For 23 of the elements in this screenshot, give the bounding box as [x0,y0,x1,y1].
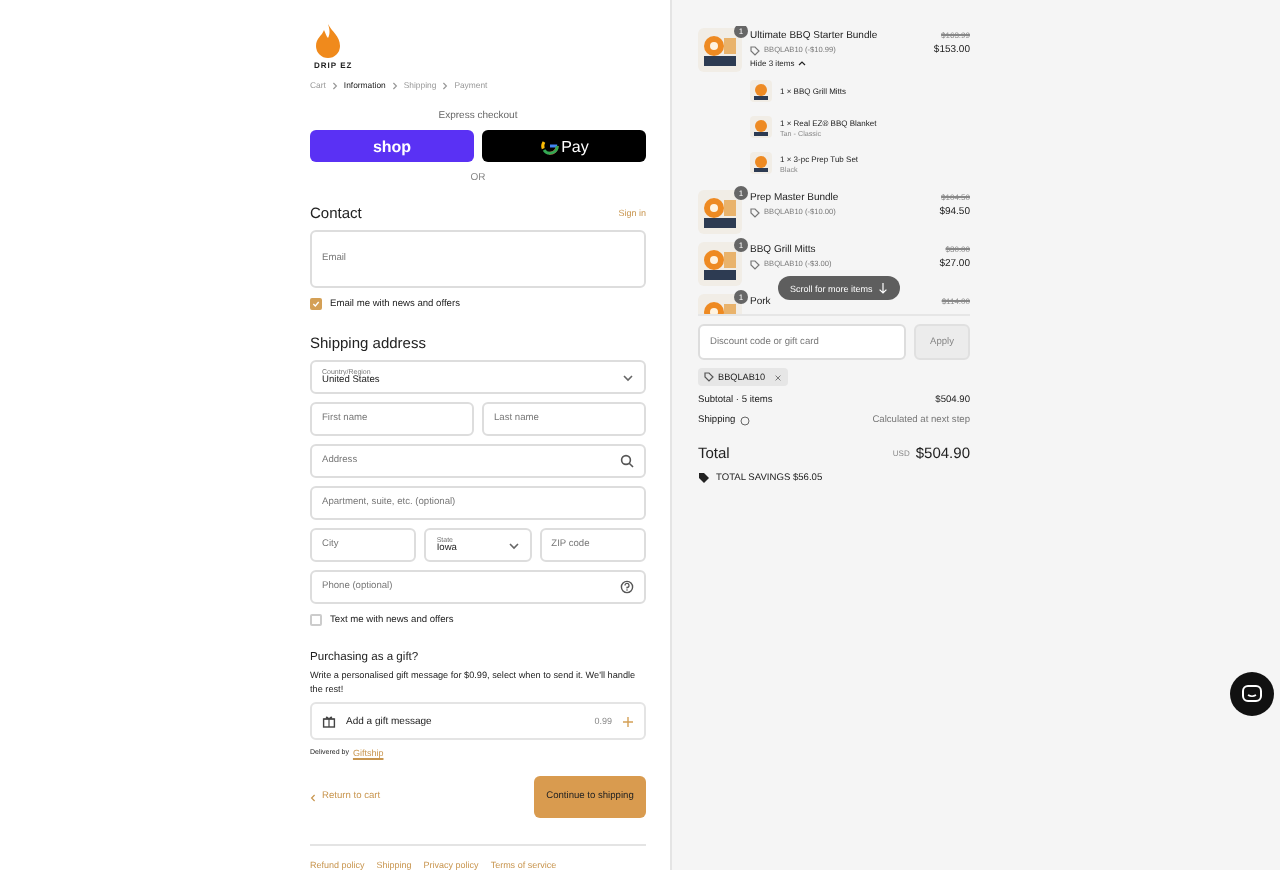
tag-icon [750,207,760,217]
search-icon [620,454,634,469]
checkbox[interactable] [310,614,322,627]
chevron-left-icon [310,793,316,801]
chevron-down-icon [507,541,520,550]
tag-icon [704,372,714,382]
chevron-down-icon [622,373,634,382]
checkbox[interactable] [310,298,322,311]
chevron-right-icon [331,81,338,89]
chat-button[interactable] [1230,672,1274,716]
gift-icon [322,714,336,728]
google-pay-button[interactable]: Pay [482,130,646,162]
chevron-right-icon [442,81,449,89]
google-g-icon [539,136,560,156]
close-icon[interactable] [773,373,781,381]
plus-icon [622,715,634,727]
chevron-right-icon [391,81,398,89]
arrow-down-icon [878,282,889,294]
tag-icon [750,259,760,269]
shop-pay-button[interactable]: shop [310,130,474,162]
tag-icon [750,45,760,55]
flame-icon [314,24,342,58]
tag-icon [698,472,710,484]
